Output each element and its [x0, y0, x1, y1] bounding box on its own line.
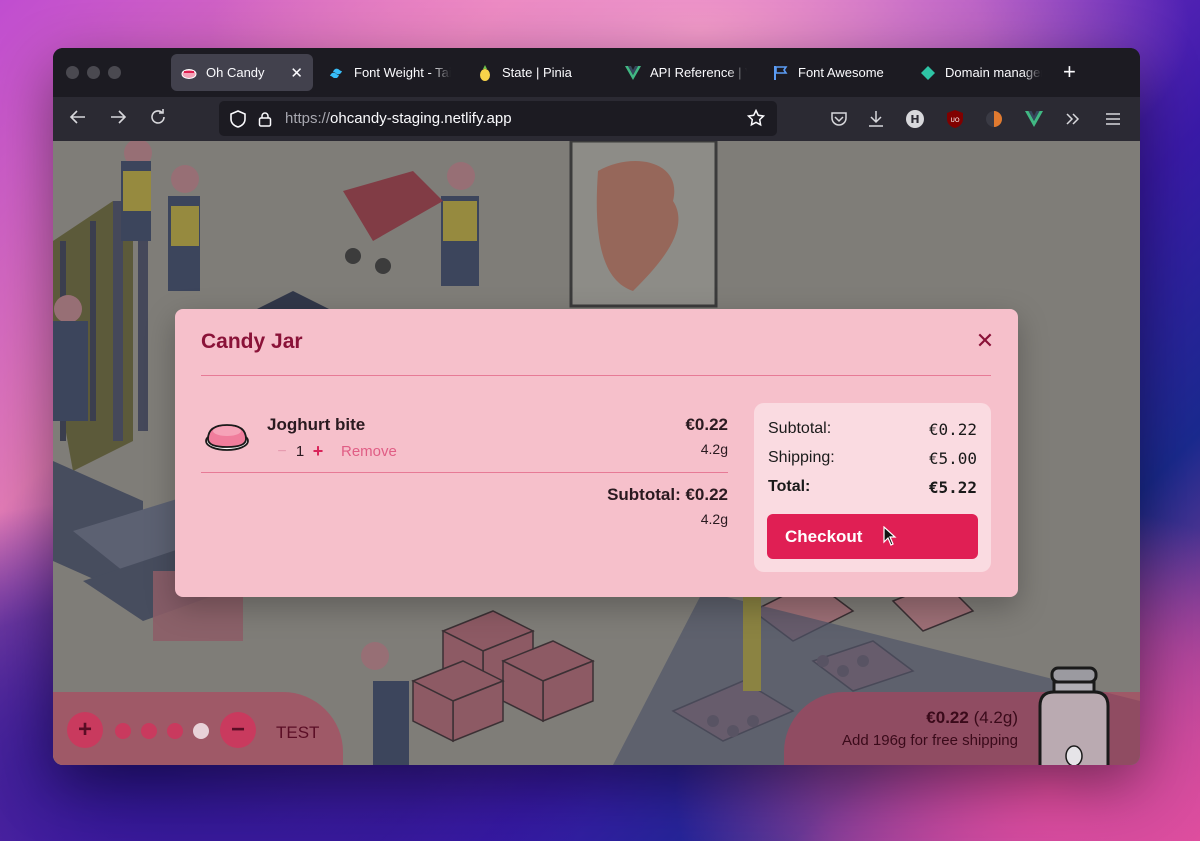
total-label: Total: [768, 478, 811, 495]
item-weight: 4.2g [700, 441, 728, 457]
candy-jar-modal: Candy Jar ✕ Joghurt bite − 1 + Remove €0… [175, 309, 1018, 597]
tab-domain-management[interactable]: Domain managem [910, 54, 1052, 91]
minimize-window-button[interactable] [87, 66, 100, 79]
vue-devtools-icon[interactable] [1024, 109, 1044, 129]
jar-summary-bar[interactable]: €0.22 (4.2g) Add 196g for free shipping [784, 666, 1140, 765]
download-icon[interactable] [866, 109, 886, 129]
tab-font-awesome[interactable]: Font Awesome [763, 54, 905, 91]
lock-icon[interactable] [258, 111, 272, 127]
candy-dot-selected[interactable] [193, 723, 209, 739]
tab-label: API Reference | V [650, 65, 747, 80]
subtotal-value: €0.22 [928, 420, 977, 439]
pocket-icon[interactable] [829, 109, 849, 129]
shield-icon[interactable] [229, 109, 247, 128]
netlify-icon [920, 65, 936, 81]
add-button[interactable]: + [67, 712, 103, 748]
summary-shipping-row: Shipping: €5.00 [768, 449, 977, 468]
item-name: Joghurt bite [267, 415, 366, 434]
back-arrow-icon[interactable] [69, 108, 87, 131]
quantity-stepper: − 1 + Remove [275, 441, 397, 462]
overflow-chevron-icon[interactable] [1063, 109, 1083, 129]
candy-dot[interactable] [115, 723, 131, 739]
test-label: TEST [276, 723, 320, 742]
tailwind-icon [329, 65, 345, 81]
reload-icon[interactable] [149, 108, 167, 131]
svg-text:H: H [910, 113, 919, 126]
url-text[interactable]: https://ohcandy-staging.netlify.app [285, 110, 512, 127]
item-price: €0.22 [685, 415, 728, 434]
order-summary: Subtotal: €0.22 Shipping: €5.00 Total: €… [754, 403, 991, 572]
tab-font-weight[interactable]: Font Weight - Tail [319, 54, 461, 91]
items-subtotal: Subtotal: €0.22 [607, 485, 728, 504]
modal-title: Candy Jar [201, 330, 303, 353]
maximize-window-button[interactable] [108, 66, 121, 79]
tab-pinia[interactable]: State | Pinia [467, 54, 609, 91]
address-bar[interactable]: https://ohcandy-staging.netlify.app [219, 101, 777, 136]
extension-h-icon[interactable]: H [905, 109, 925, 129]
summary-total-row: Total: €5.22 [768, 478, 977, 497]
increase-quantity-button[interactable]: + [311, 441, 325, 462]
vue-icon [625, 65, 641, 81]
flag-icon [773, 65, 789, 81]
decrease-quantity-button[interactable]: − [275, 443, 289, 461]
tab-label: Oh Candy [206, 65, 265, 80]
candy-dot[interactable] [167, 723, 183, 739]
tab-label: Font Awesome [798, 65, 884, 80]
candy-jar-icon[interactable] [1034, 666, 1114, 765]
items-subtotal-weight: 4.2g [700, 511, 728, 527]
divider [201, 472, 728, 473]
candy-dot[interactable] [141, 723, 157, 739]
remove-item-link[interactable]: Remove [341, 443, 397, 460]
close-tab-icon[interactable]: ✕ [290, 64, 303, 82]
candy-selector-bar: + − TEST [53, 692, 343, 765]
divider [201, 375, 991, 376]
pineapple-icon [477, 64, 493, 81]
joghurt-bite-image [205, 424, 249, 451]
svg-text:UO: UO [950, 117, 959, 124]
tab-bar: Oh Candy ✕ Font Weight - Tail State | Pi… [53, 48, 1140, 97]
close-icon[interactable]: ✕ [975, 330, 995, 352]
remove-button[interactable]: − [220, 712, 256, 748]
window-controls [66, 66, 121, 79]
mouse-cursor-icon [883, 526, 897, 546]
navigation-bar: https://ohcandy-staging.netlify.app H UO [53, 97, 1140, 141]
free-shipping-hint: Add 196g for free shipping [842, 732, 1018, 749]
new-tab-icon[interactable]: + [1063, 61, 1076, 83]
extension-orb-icon[interactable] [984, 109, 1004, 129]
jar-price: €0.22 (4.2g) [926, 708, 1018, 728]
shipping-label: Shipping: [768, 449, 835, 466]
tab-label: Domain managem [945, 65, 1042, 80]
total-value: €5.22 [928, 478, 977, 497]
close-window-button[interactable] [66, 66, 79, 79]
tab-api-reference[interactable]: API Reference | V [615, 54, 757, 91]
page-content: + − TEST €0.22 (4.2g) Add 196g for free … [53, 141, 1140, 765]
ublock-icon[interactable]: UO [945, 109, 965, 129]
jar-price-value: €0.22 [926, 708, 969, 727]
item-quantity: 1 [295, 443, 305, 460]
tab-label: Font Weight - Tail [354, 65, 451, 80]
bookmark-star-icon[interactable] [747, 109, 765, 127]
tab-label: State | Pinia [502, 65, 572, 80]
jar-weight: (4.2g) [973, 708, 1018, 727]
candy-icon [181, 65, 197, 81]
forward-arrow-icon[interactable] [109, 108, 127, 131]
url-scheme: https:// [285, 110, 331, 127]
menu-icon[interactable] [1103, 109, 1123, 129]
subtotal-label: Subtotal: [768, 420, 832, 437]
checkout-label: Checkout [785, 526, 863, 546]
tab-oh-candy[interactable]: Oh Candy ✕ [171, 54, 313, 91]
shipping-value: €5.00 [928, 449, 977, 468]
url-host: ohcandy-staging.netlify.app [330, 110, 512, 127]
summary-subtotal-row: Subtotal: €0.22 [768, 420, 977, 439]
checkout-button[interactable]: Checkout [767, 514, 978, 559]
browser-window: Oh Candy ✕ Font Weight - Tail State | Pi… [53, 48, 1140, 765]
